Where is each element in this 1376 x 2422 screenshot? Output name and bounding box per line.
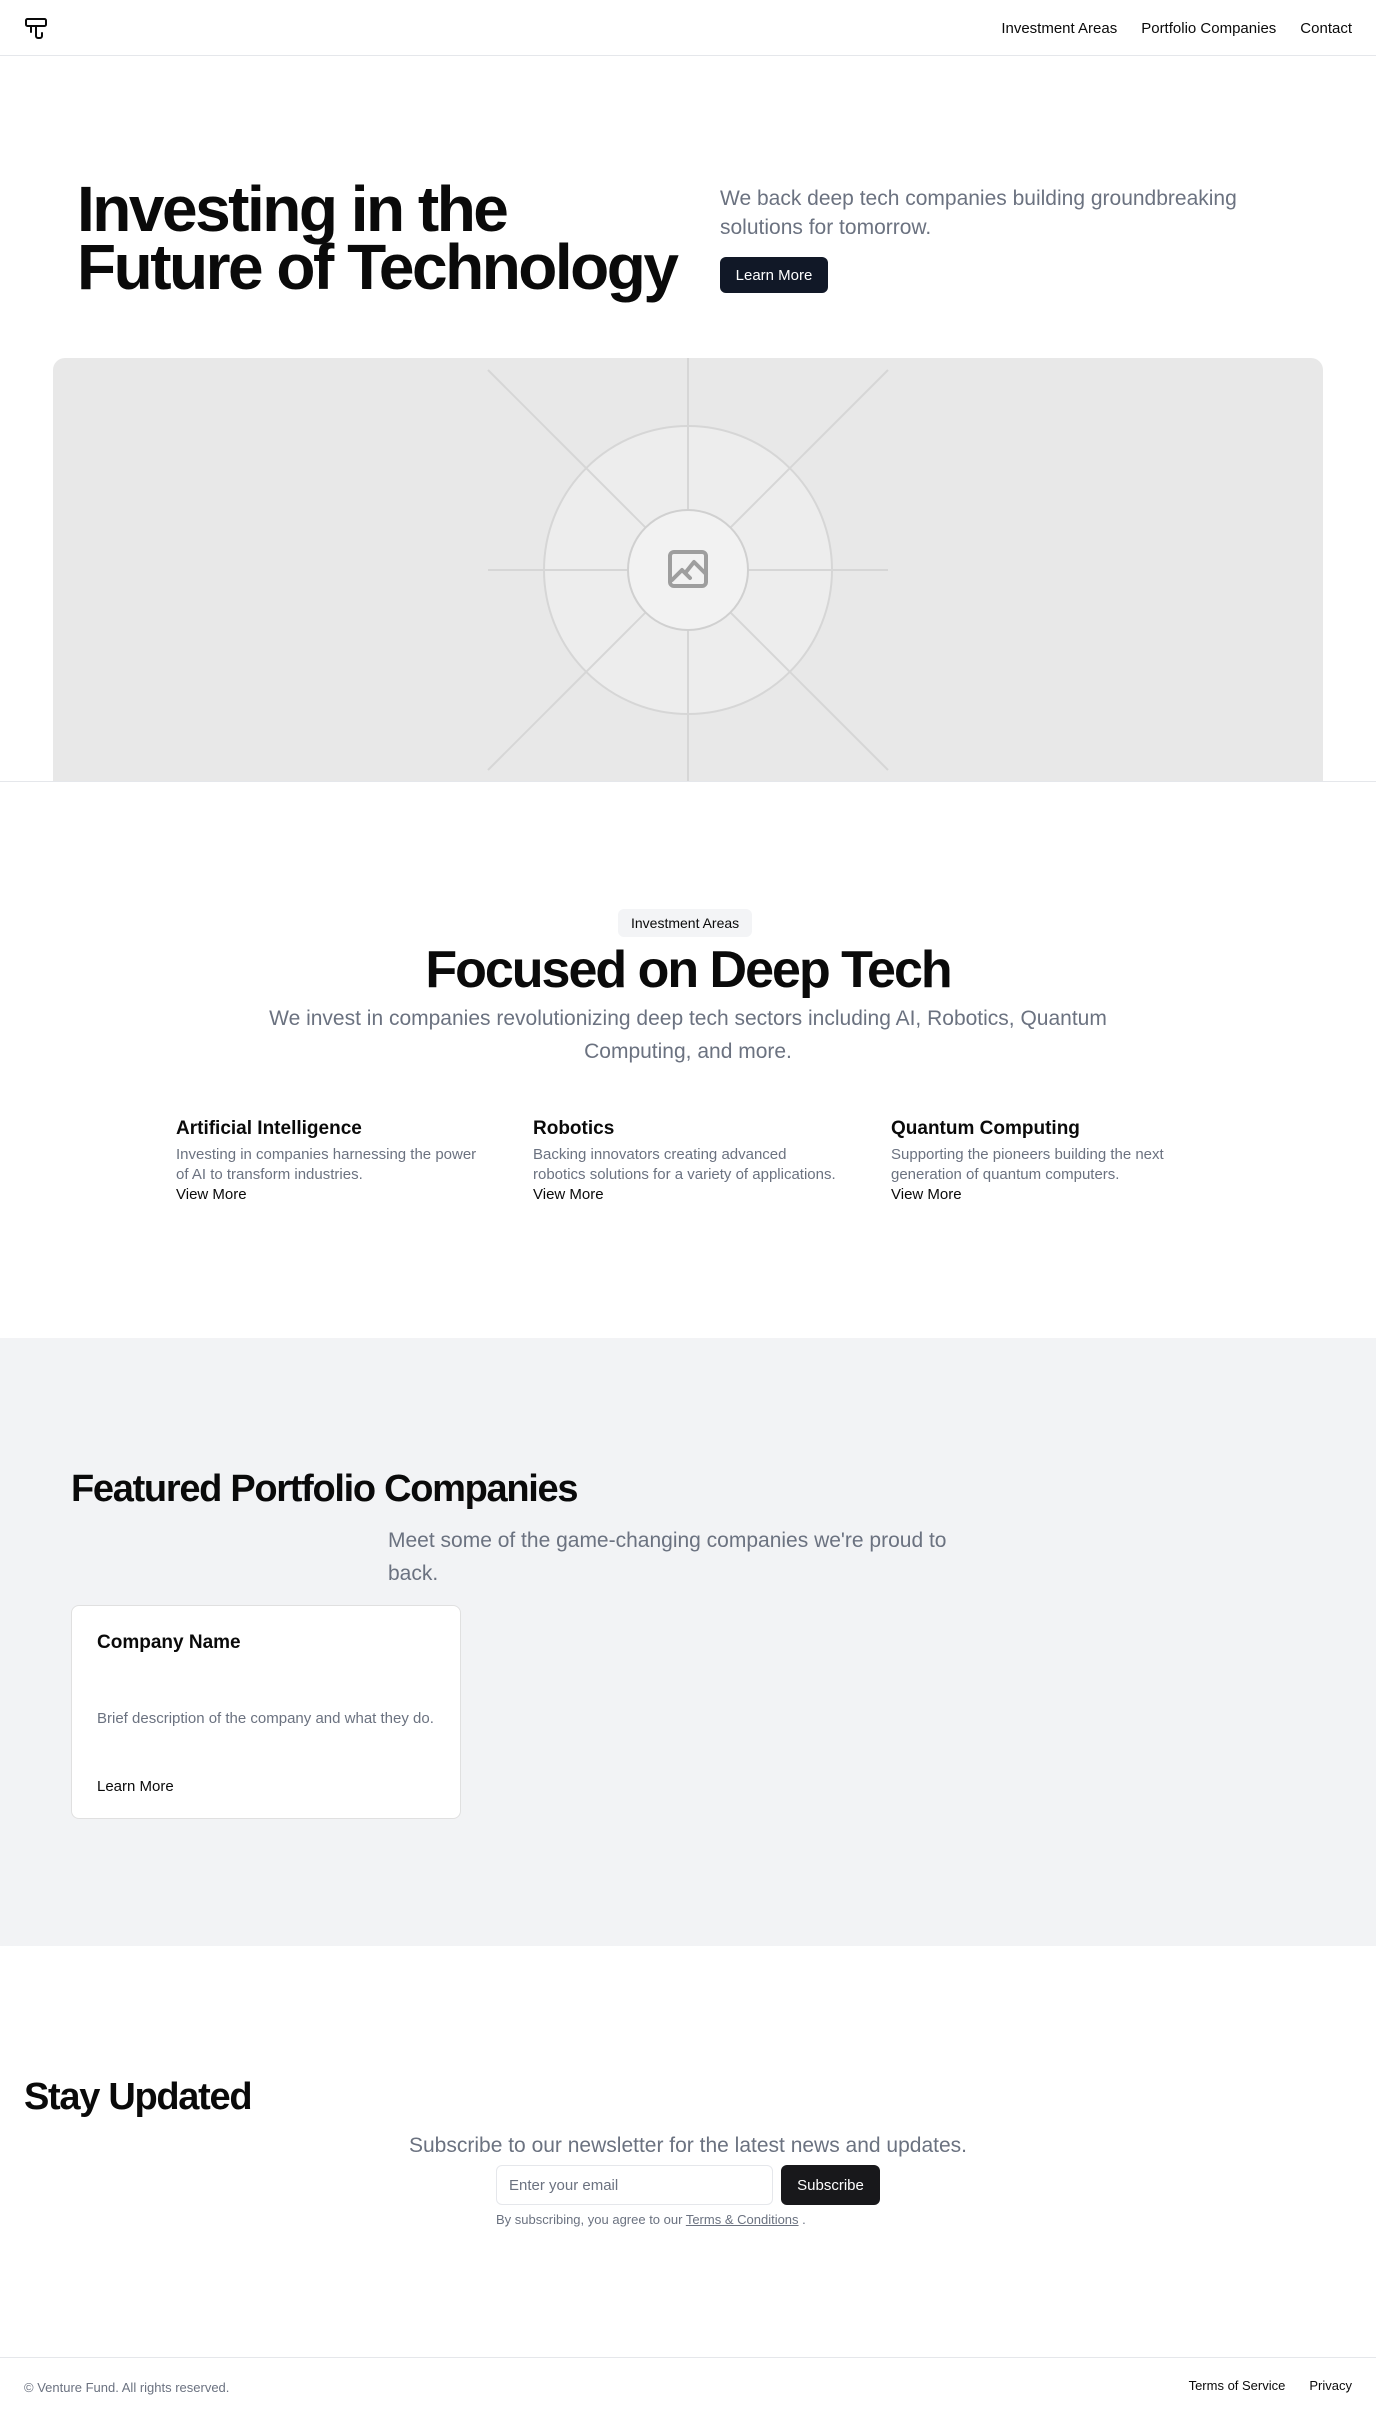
- area-view-more-link[interactable]: View More: [533, 1185, 843, 1205]
- legal-prefix: By subscribing, you agree to our: [496, 2212, 683, 2227]
- area-description: Investing in companies harnessing the po…: [176, 1146, 477, 1183]
- area-title: Artificial Intelligence: [176, 1118, 362, 1139]
- portfolio-title: Featured Portfolio Companies: [71, 1468, 579, 1510]
- newsletter-subtitle: Subscribe to our newsletter for the late…: [409, 2134, 967, 2157]
- investment-areas-title: Focused on Deep Tech: [425, 941, 952, 999]
- company-name: Company Name: [97, 1632, 241, 1653]
- area-view-more-link[interactable]: View More: [891, 1185, 1191, 1205]
- copyright-text: © Venture Fund. All rights reserved.: [24, 2380, 230, 2395]
- main-nav: Investment Areas Portfolio Companies Con…: [1001, 0, 1352, 56]
- area-quantum-computing: Quantum Computing Supporting the pioneer…: [891, 1117, 1191, 1205]
- area-view-more-link[interactable]: View More: [176, 1185, 486, 1205]
- footer-privacy-link[interactable]: Privacy: [1309, 2378, 1352, 2393]
- portfolio-subtitle: Meet some of the game-changing companies…: [388, 1529, 947, 1585]
- email-input[interactable]: [496, 2165, 773, 2205]
- company-description: Brief description of the company and wha…: [97, 1710, 434, 1727]
- site-footer: © Venture Fund. All rights reserved. Ter…: [0, 2357, 1376, 2422]
- hero-image-placeholder: [53, 358, 1323, 782]
- hero-subtitle: We back deep tech companies building gro…: [720, 187, 1237, 239]
- footer-terms-link[interactable]: Terms of Service: [1189, 2378, 1286, 2393]
- hero-title: Investing in the Future of Technology: [77, 173, 679, 303]
- company-learn-more-link[interactable]: Learn More: [97, 1778, 174, 1795]
- area-description: Supporting the pioneers building the nex…: [891, 1146, 1164, 1183]
- investment-areas-badge: Investment Areas: [618, 909, 753, 937]
- hero-learn-more-button[interactable]: Learn More: [720, 257, 828, 293]
- portfolio-section: Featured Portfolio Companies Meet some o…: [0, 1338, 1376, 1946]
- area-artificial-intelligence: Artificial Intelligence Investing in com…: [176, 1117, 486, 1205]
- legal-suffix: .: [802, 2212, 806, 2227]
- area-title: Robotics: [533, 1118, 615, 1139]
- site-header: Investment Areas Portfolio Companies Con…: [0, 0, 1376, 56]
- area-robotics: Robotics Backing innovators creating adv…: [533, 1117, 843, 1205]
- newsletter-title: Stay Updated: [24, 2076, 253, 2118]
- section-divider: [0, 781, 1376, 782]
- newsletter-legal: By subscribing, you agree to our Terms &…: [496, 2211, 806, 2229]
- nav-investment-areas[interactable]: Investment Areas: [1001, 20, 1117, 37]
- image-placeholder-icon: [487, 358, 889, 782]
- subscribe-button[interactable]: Subscribe: [781, 2165, 880, 2205]
- company-card[interactable]: Company Name Brief description of the co…: [71, 1605, 461, 1819]
- logo-icon[interactable]: [24, 16, 48, 40]
- area-description: Backing innovators creating advanced rob…: [533, 1146, 836, 1183]
- nav-contact[interactable]: Contact: [1300, 20, 1352, 37]
- terms-conditions-link[interactable]: Terms & Conditions: [686, 2212, 799, 2227]
- footer-links: Terms of Service Privacy: [1189, 2378, 1352, 2393]
- nav-portfolio-companies[interactable]: Portfolio Companies: [1141, 20, 1276, 37]
- area-title: Quantum Computing: [891, 1118, 1080, 1139]
- investment-areas-subtitle: We invest in companies revolutionizing d…: [269, 1007, 1107, 1063]
